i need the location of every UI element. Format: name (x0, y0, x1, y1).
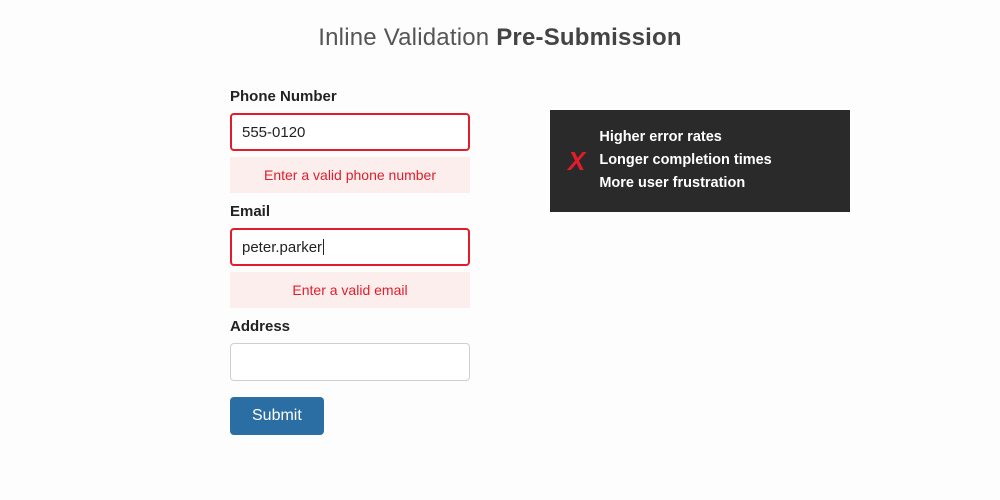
email-value: peter.parker (242, 239, 322, 256)
list-item: Longer completion times (599, 149, 771, 172)
email-label: Email (230, 203, 470, 220)
address-field: Address (230, 318, 470, 381)
address-input[interactable] (230, 343, 470, 381)
submit-button[interactable]: Submit (230, 397, 324, 435)
text-cursor (323, 239, 324, 255)
list-item: Higher error rates (599, 126, 771, 149)
title-bold: Pre-Submission (496, 24, 682, 51)
email-error: Enter a valid email (230, 272, 470, 308)
email-field: Email peter.parker Enter a valid email (230, 203, 470, 308)
phone-field: Phone Number Enter a valid phone number (230, 88, 470, 193)
address-label: Address (230, 318, 470, 335)
form: Phone Number Enter a valid phone number … (230, 88, 470, 435)
list-item: More user frustration (599, 172, 771, 195)
drawbacks-list: Higher error rates Longer completion tim… (599, 126, 771, 196)
phone-error: Enter a valid phone number (230, 157, 470, 193)
page-title: Inline Validation Pre-Submission (0, 24, 1000, 52)
drawbacks-callout: X Higher error rates Longer completion t… (550, 110, 850, 212)
content-row: Phone Number Enter a valid phone number … (0, 88, 1000, 435)
page: Inline Validation Pre-Submission Phone N… (0, 0, 1000, 500)
phone-input[interactable] (230, 113, 470, 151)
phone-label: Phone Number (230, 88, 470, 105)
title-light: Inline Validation (318, 24, 496, 51)
x-icon: X (568, 148, 585, 174)
email-input[interactable]: peter.parker (230, 228, 470, 266)
